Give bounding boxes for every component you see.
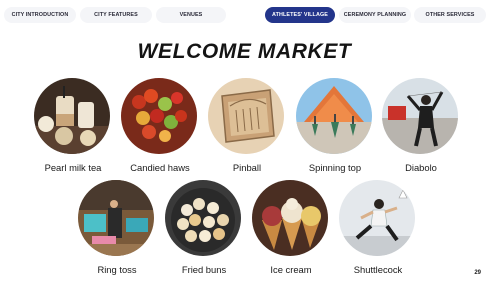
spinning-top-image [296, 78, 372, 154]
item-label: Shuttlecock [353, 264, 403, 275]
item-label: Spinning top [308, 162, 362, 173]
tab-other-services[interactable]: OTHER SERVICES [414, 7, 486, 23]
item-label: Fried buns [181, 264, 227, 275]
tab-city-introduction[interactable]: CITY INTRODUCTION [4, 7, 76, 23]
candied-haws-image [121, 78, 197, 154]
ring-toss-image [78, 180, 154, 256]
item-label: Candied haws [130, 162, 190, 173]
tab-city-features[interactable]: CITY FEATURES [80, 7, 152, 23]
shuttlecock-image [339, 180, 415, 256]
page-number: 29 [474, 270, 481, 276]
fried-buns-image [165, 180, 241, 256]
item-label: Diabolo [405, 162, 437, 173]
pinball-image [208, 78, 284, 154]
tab-ceremony-planning[interactable]: CEREMONY PLANNING [339, 7, 411, 23]
item-label: Ring toss [97, 264, 137, 275]
ice-cream-image [252, 180, 328, 256]
tab-venues[interactable]: VENUES [156, 7, 226, 23]
pearl-milk-tea-image [34, 78, 110, 154]
item-label: Pearl milk tea [44, 162, 102, 173]
tab-athletes-village[interactable]: ATHLETES' VILLAGE [265, 7, 335, 23]
page-title: WELCOME MARKET [137, 40, 352, 63]
item-label: Ice cream [270, 264, 312, 275]
diabolo-image [382, 78, 458, 154]
item-label: Pinball [232, 162, 262, 173]
top-nav: CITY INTRODUCTION CITY FEATURES VENUES A… [0, 7, 489, 23]
